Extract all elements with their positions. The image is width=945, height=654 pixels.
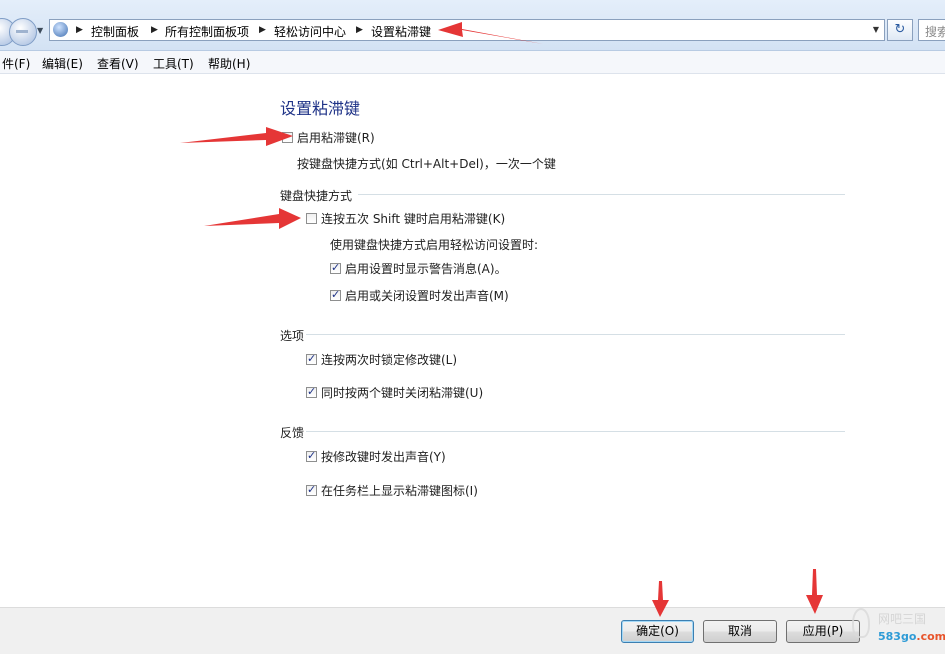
annotation-arrow — [180, 127, 293, 146]
annotation-arrows — [180, 22, 823, 617]
annotation-arrow — [652, 581, 669, 617]
annotation-arrow — [204, 208, 301, 229]
annotation-arrow — [806, 569, 823, 614]
annotation-arrow — [438, 22, 543, 44]
